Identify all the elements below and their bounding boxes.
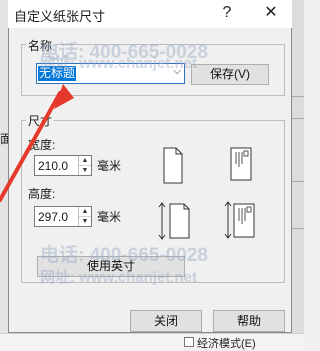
annotation-arrow-icon <box>0 84 74 202</box>
